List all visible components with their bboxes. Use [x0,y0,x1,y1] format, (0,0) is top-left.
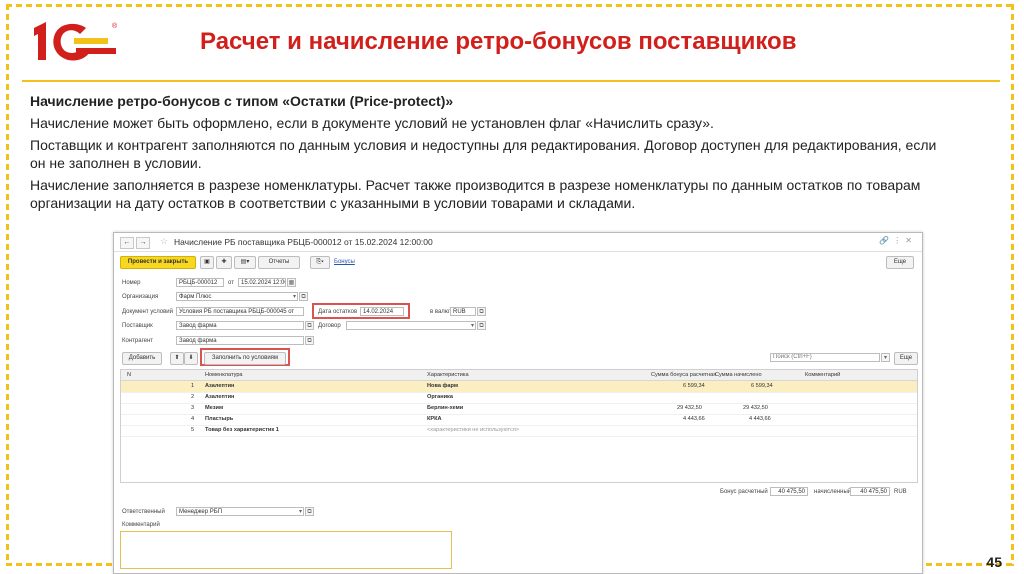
document-window: ← → ☆ Начисление РБ поставщика РБЦБ-0000… [113,232,923,574]
accrued-total: 40 475,50 [850,487,890,496]
open-organization-icon[interactable]: ⧉ [299,292,308,301]
calc-bonus-total: 40 475,50 [770,487,808,496]
create-based-icon[interactable]: ▤▾ [234,256,256,269]
responsible-field[interactable]: Менеджер РБП [176,507,304,516]
slide-subtitle: Начисление ретро-бонусов с типом «Остатк… [30,93,454,109]
paragraph-2: Поставщик и контрагент заполняются по да… [30,137,937,171]
col-accrued[interactable]: Сумма начислено [715,371,762,380]
open-responsible-icon[interactable]: ⧉ [305,507,314,516]
row-accrued: 4 443,66 [749,416,771,422]
row-accrued: 6 599,34 [751,383,773,389]
counterparty-field: Завод фарма [176,336,304,345]
supplier-label: Поставщик [122,323,153,329]
page-title: Расчет и начисление ретро-бонусов постав… [200,28,797,55]
open-contract-icon[interactable]: ⧉ [477,321,486,330]
row-characteristic: Нова фарм [427,383,458,389]
row-item: Товар без характеристик 1 [205,427,279,433]
date-from-label: от [228,280,234,286]
open-supplier-icon[interactable]: ⧉ [305,321,314,330]
stock-date-field[interactable]: 14.02.2024 [360,307,404,316]
comment-label: Комментарий [122,522,160,528]
post-and-close-button[interactable]: Провести и закрыть [120,256,196,269]
row-item: Азалептин [205,394,235,400]
open-currency-icon[interactable]: ⧉ [477,307,486,316]
row-item: Мезим [205,405,224,411]
comment-textarea[interactable] [120,531,452,569]
row-characteristic: КРКА [427,416,442,422]
organization-label: Организация [122,294,159,300]
open-counterparty-icon[interactable]: ⧉ [305,336,314,345]
contract-field[interactable] [346,321,476,330]
supplier-field: Завод фарма [176,321,304,330]
paragraph-3: Начисление заполняется в разрезе номенкл… [30,177,921,211]
move-down-icon[interactable]: ⬇ [184,352,198,365]
slide-text: Начисление ретро-бонусов с типом «Остатк… [30,92,950,216]
table-more-button[interactable]: Еще [894,352,918,365]
fill-by-conditions-button[interactable]: Заполнить по условиям [204,352,286,365]
number-field[interactable]: РБЦБ-000012 [176,278,224,287]
conditions-label: Документ условий [122,309,174,315]
table-row[interactable]: 5 Товар без характеристик 1 <характерист… [121,425,917,437]
col-characteristic[interactable]: Характеристика [427,371,469,380]
col-n[interactable]: N [127,371,131,380]
row-number: 5 [191,427,195,433]
page-number: 45 [986,554,1002,570]
window-controls[interactable]: 🔗⋮✕ [879,236,916,245]
title-separator [22,80,1000,82]
totals-bar: Бонус расчетный 40 475,50 начисленный 40… [690,487,916,499]
post-icon[interactable]: ✚ [216,256,232,269]
responsible-label: Ответственный [122,509,165,515]
paragraph-1: Начисление может быть оформлено, если в … [30,115,714,131]
row-item: Пластырь [205,416,234,422]
row-number: 3 [191,405,195,411]
forward-button[interactable]: → [136,237,150,249]
calc-bonus-total-label: Бонус расчетный [720,489,768,495]
attach-icon[interactable]: ⎘▾ [310,256,330,269]
row-characteristic: Органика [427,394,453,400]
stock-date-label: Дата остатков [318,309,358,315]
items-table: N Номенклатура Характеристика Сумма бону… [120,369,918,483]
window-titlebar: ← → ☆ Начисление РБ поставщика РБЦБ-0000… [114,233,922,252]
row-number: 4 [191,416,195,422]
back-button[interactable]: ← [120,237,134,249]
date-field[interactable]: 15.02.2024 12:00:00 [238,278,286,287]
table-search-input[interactable] [770,353,880,362]
calendar-icon[interactable]: ▦ [287,278,296,287]
totals-currency: RUB [894,489,907,495]
1c-logo: ® [34,22,118,61]
window-title: Начисление РБ поставщика РБЦБ-000012 от … [174,237,433,247]
command-bar: Провести и закрыть ▣ ✚ ▤▾ Отчеты ⎘▾ Бону… [114,253,922,269]
row-calc: 4 443,66 [683,416,705,422]
row-item: Азалептин [205,383,235,389]
more-button[interactable]: Еще [886,256,914,269]
table-header: N Номенклатура Характеристика Сумма бону… [121,370,917,381]
col-calc-bonus[interactable]: Сумма бонуса расчетная [651,371,716,380]
row-number: 1 [191,383,195,389]
row-characteristic: <характеристики не используются> [427,427,520,433]
number-label: Номер [122,280,141,286]
move-up-icon[interactable]: ⬆ [170,352,184,365]
row-calc: 6 599,34 [683,383,705,389]
search-dropdown-icon[interactable]: ▾ [881,353,890,362]
currency-field: RUB [450,307,476,316]
favorite-star-icon[interactable]: ☆ [160,236,168,247]
organization-field[interactable]: Фарм Плюс [176,292,298,301]
row-accrued: 29 432,50 [743,405,768,411]
save-icon[interactable]: ▣ [200,256,214,269]
bonuses-link[interactable]: Бонусы [334,259,355,265]
row-calc: 29 432,50 [677,405,702,411]
row-characteristic: Берлин-хеми [427,405,464,411]
contract-label: Договор [318,323,341,329]
add-row-button[interactable]: Добавить [122,352,162,365]
counterparty-label: Контрагент [122,338,154,344]
row-number: 2 [191,394,195,400]
col-comment[interactable]: Комментарий [805,371,840,380]
reports-button[interactable]: Отчеты [258,256,300,269]
col-item[interactable]: Номенклатура [205,371,243,380]
accrued-total-label: начисленный [814,489,852,495]
conditions-field: Условия РБ поставщика РБЦБ-000045 от [176,307,304,316]
svg-text:®: ® [112,22,118,30]
